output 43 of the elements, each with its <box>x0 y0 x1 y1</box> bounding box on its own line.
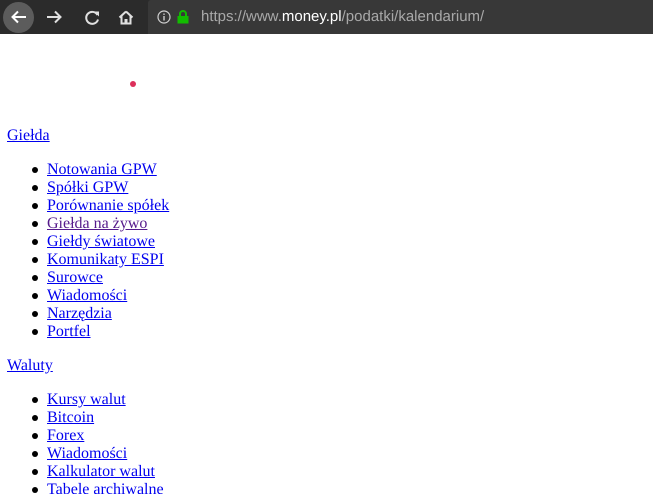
bullet-icon <box>32 433 38 439</box>
nav-link[interactable]: Spółki GPW <box>47 179 128 197</box>
back-button[interactable] <box>3 2 34 32</box>
nav-link[interactable]: Komunikaty ESPI <box>47 251 164 269</box>
bullet-icon <box>32 293 38 299</box>
bullet-icon <box>32 221 38 227</box>
bullet-icon <box>32 203 38 209</box>
nav-link[interactable]: Wiadomości <box>47 287 128 305</box>
reload-icon <box>84 10 100 24</box>
nav-link[interactable]: Porównanie spółek <box>47 197 170 215</box>
nav-link[interactable]: Portfel <box>47 323 91 341</box>
bullet-icon <box>32 239 38 245</box>
back-icon <box>10 10 26 24</box>
address-bar[interactable]: https://www.money.pl/podatki/kalendarium/ <box>148 0 653 34</box>
section-link[interactable]: Giełda <box>7 127 50 144</box>
nav-link[interactable]: Surowce <box>47 269 103 287</box>
bullet-icon <box>32 257 38 263</box>
nav-link[interactable]: Wiadomości <box>47 445 128 463</box>
forward-icon <box>46 10 62 24</box>
bullet-icon <box>32 469 38 475</box>
nav-link[interactable]: Notowania GPW <box>47 161 157 179</box>
nav-link[interactable]: Tabele archiwalne <box>47 481 164 494</box>
section-link[interactable]: Waluty <box>7 357 53 374</box>
bullet-icon <box>32 415 38 421</box>
nav-link[interactable]: Kursy walut <box>47 391 126 409</box>
info-icon <box>157 10 171 24</box>
bullet-icon <box>32 487 38 493</box>
lock-icon <box>177 10 189 24</box>
bullet-icon <box>32 275 38 281</box>
nav-link[interactable]: Kalkulator walut <box>47 463 155 481</box>
bullet-icon <box>32 451 38 457</box>
nav-link[interactable]: Giełdy światowe <box>47 233 155 251</box>
nav-link[interactable]: Bitcoin <box>47 409 94 427</box>
bullet-icon <box>32 397 38 403</box>
nav-link[interactable]: Forex <box>47 427 84 445</box>
bullet-icon <box>32 167 38 173</box>
url-text: https://www.money.pl/podatki/kalendarium/ <box>201 6 484 27</box>
bullet-icon <box>32 185 38 191</box>
home-icon <box>118 10 134 24</box>
nav-link[interactable]: Narzędzia <box>47 305 112 323</box>
bullet-icon <box>32 329 38 335</box>
bullet-icon <box>32 311 38 317</box>
nav-link[interactable]: Giełda na żywo <box>47 215 148 233</box>
